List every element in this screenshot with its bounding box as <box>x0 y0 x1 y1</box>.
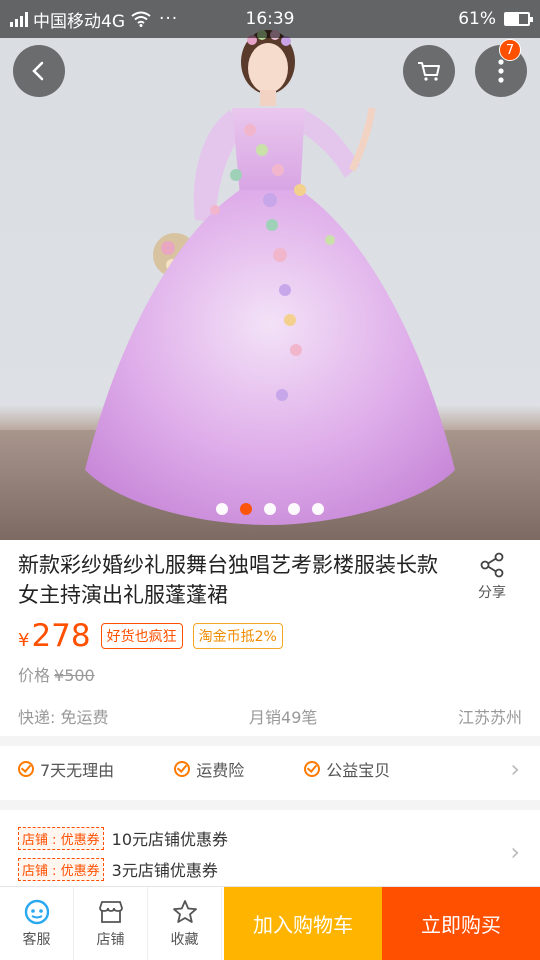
check-circle-icon <box>18 761 34 777</box>
cart-button[interactable] <box>403 45 455 97</box>
more-vertical-icon <box>498 59 504 83</box>
product-image-gallery[interactable] <box>0 0 540 540</box>
battery-percent: 61% <box>458 9 496 29</box>
check-circle-icon <box>304 761 321 777</box>
chevron-right-icon: › <box>510 755 520 783</box>
product-title-section: 新款彩纱婚纱礼服舞台独唱艺考影楼服装长款女主持演出礼服蓬蓬裙 分享 <box>0 546 540 618</box>
back-button[interactable] <box>13 45 65 97</box>
battery-icon <box>504 12 533 26</box>
coupon-item: 店铺 : 优惠券 10元店铺优惠券 <box>18 826 228 850</box>
coupon-section[interactable]: 店铺 : 优惠券 10元店铺优惠券 店铺 : 优惠券 3元店铺优惠券 › <box>0 820 540 886</box>
gallery-dot[interactable] <box>216 503 228 515</box>
shop-icon <box>98 900 123 923</box>
shipping-info-row: 快递: 免运费 月销49笔 江苏苏州 <box>18 704 522 728</box>
shop-label: 店铺 <box>96 931 125 948</box>
favorite-label: 收藏 <box>170 931 199 948</box>
cart-count-badge: 7 <box>499 39 521 61</box>
add-to-cart-button[interactable]: 加入购物车 <box>224 887 382 960</box>
coupon-item: 店铺 : 优惠券 3元店铺优惠券 <box>18 857 218 881</box>
wifi-icon <box>131 11 151 27</box>
coupon-tag: 店铺 : 优惠券 <box>18 826 104 850</box>
share-button[interactable]: 分享 <box>468 552 516 602</box>
promo-tag-hot[interactable]: 好货也疯狂 <box>100 623 183 649</box>
shipping-fee: 快递: 免运费 <box>18 708 109 727</box>
original-price: 价格 ¥500 <box>18 662 95 686</box>
product-title: 新款彩纱婚纱礼服舞台独唱艺考影楼服装长款女主持演出礼服蓬蓬裙 <box>18 553 438 607</box>
favorite-button[interactable]: 收藏 <box>148 887 222 960</box>
buy-now-button[interactable]: 立即购买 <box>382 887 540 960</box>
notification-more-icon: ··· <box>159 9 179 29</box>
customer-service-button[interactable]: 客服 <box>0 887 74 960</box>
gallery-dot[interactable] <box>240 503 252 515</box>
ship-location: 江苏苏州 <box>457 708 522 727</box>
signal-strength-icon <box>10 11 28 27</box>
service-item: 7天无理由 <box>18 757 114 781</box>
gallery-dot[interactable] <box>264 503 276 515</box>
battery-level <box>506 14 520 24</box>
price-row: ¥278 好货也疯狂 淘金币抵2% <box>18 618 283 654</box>
service-item: 公益宝贝 <box>304 757 390 781</box>
currency-symbol: ¥ <box>18 630 30 651</box>
promo-tag-coins[interactable]: 淘金币抵2% <box>192 623 283 649</box>
gallery-dot[interactable] <box>288 503 300 515</box>
star-icon <box>172 899 197 923</box>
more-menu-button[interactable]: 7 <box>475 39 527 97</box>
customer-service-label: 客服 <box>22 931 51 948</box>
original-price-label: 价格 <box>18 666 51 685</box>
price-value: 278 <box>31 618 91 654</box>
product-photo-dress <box>85 30 455 525</box>
section-divider <box>0 800 540 810</box>
shop-button[interactable]: 店铺 <box>74 887 148 960</box>
coupon-text: 10元店铺优惠券 <box>111 830 229 849</box>
carrier-label: 中国移动4G <box>33 11 125 32</box>
bottom-action-bar: 客服 店铺 收藏 加入购物车 立即购买 <box>0 886 540 960</box>
service-guarantees[interactable]: 7天无理由 运费险 公益宝贝 › <box>0 746 540 792</box>
gallery-pagination[interactable] <box>0 503 540 515</box>
chevron-left-icon <box>32 61 44 81</box>
check-circle-icon <box>174 761 191 777</box>
share-label: 分享 <box>478 585 506 601</box>
share-icon <box>480 552 504 578</box>
original-price-value: ¥500 <box>54 666 95 685</box>
coupon-tag: 店铺 : 优惠券 <box>18 857 104 881</box>
coupon-text: 3元店铺优惠券 <box>111 861 218 880</box>
service-label: 7天无理由 <box>40 761 115 780</box>
current-price: ¥278 <box>18 618 91 654</box>
chevron-right-icon: › <box>510 838 520 866</box>
service-label: 公益宝贝 <box>326 761 391 780</box>
shopping-cart-icon <box>418 62 440 81</box>
status-bar: 中国移动4G ··· 16:39 61% <box>0 0 540 38</box>
section-divider <box>0 736 540 746</box>
gallery-dot[interactable] <box>312 503 324 515</box>
service-label: 运费险 <box>196 761 245 780</box>
monthly-sales: 月销49笔 <box>249 708 318 727</box>
customer-service-icon <box>24 899 49 924</box>
service-item: 运费险 <box>174 757 244 781</box>
